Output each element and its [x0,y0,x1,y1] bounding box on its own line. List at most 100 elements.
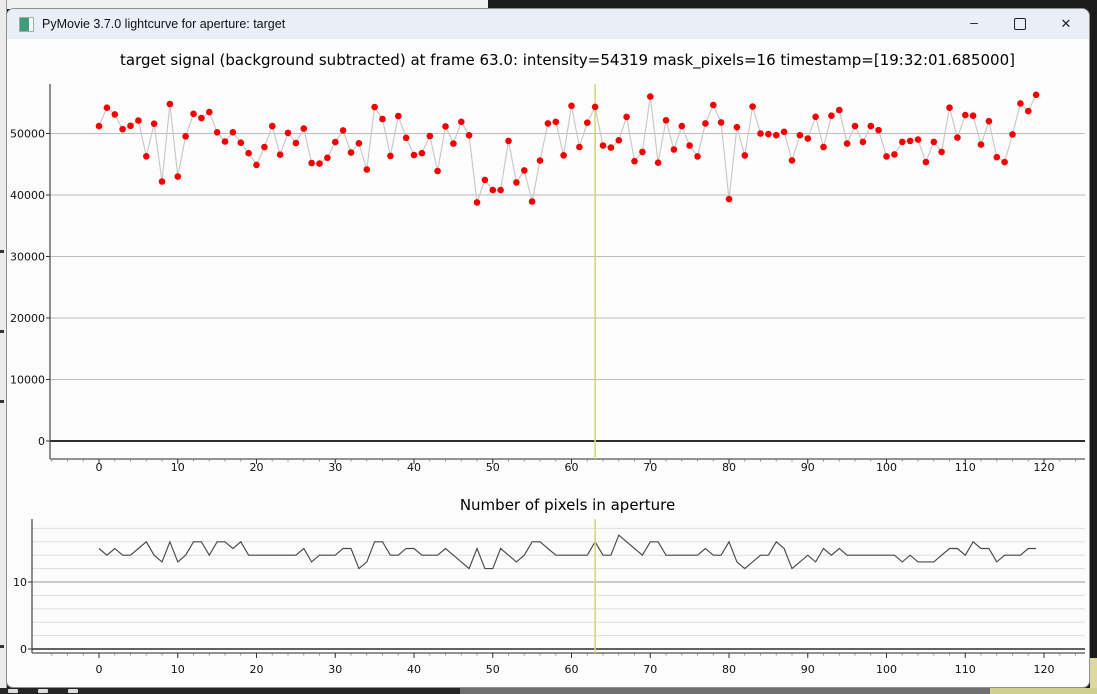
data-point [828,112,835,119]
data-point [348,149,355,156]
data-point [379,116,386,123]
signal-plot-xtick-label: 110 [955,461,976,474]
data-point [206,109,213,116]
pixels-plot-xtick-label: 110 [955,663,976,676]
data-point [182,133,189,140]
data-point [340,127,347,134]
data-point [112,111,119,118]
data-point [1001,159,1008,166]
data-point [466,132,473,139]
data-point [277,151,284,158]
data-point [230,129,237,136]
data-point [104,104,111,111]
data-point [639,149,646,156]
data-point [482,177,489,184]
data-point [411,152,418,159]
data-point [505,138,512,145]
data-point [545,120,552,127]
data-point [308,160,315,167]
data-point [986,118,993,125]
data-point [663,117,670,124]
data-point [293,140,300,147]
data-point [631,158,638,165]
data-point [371,104,378,111]
data-point [245,150,252,157]
data-point [419,150,426,157]
data-point [994,154,1001,161]
signal-plot-xtick-label: 20 [250,461,264,474]
signal-plot-xtick-label: 100 [876,461,897,474]
data-point [962,112,969,119]
data-point [198,115,205,122]
data-point [970,112,977,119]
signal-plot-ytick-label: 0 [38,435,45,448]
data-point [860,139,867,146]
data-point [364,166,371,173]
data-point [781,129,788,136]
signal-plot-ytick-label: 50000 [10,128,45,141]
data-point [1025,108,1032,115]
screen: { "window": { "title": "PyMovie 3.7.0 li… [0,0,1097,694]
data-point [576,144,583,151]
signal-plot-xtick-label: 10 [171,461,185,474]
data-point [773,132,780,139]
data-point [474,199,481,206]
data-point [442,123,449,130]
data-point [702,120,709,127]
data-point [1033,92,1040,99]
data-point [332,139,339,146]
data-point [875,127,882,134]
signal-plot-ytick-label: 20000 [10,312,45,325]
data-point [812,114,819,121]
data-point [222,138,229,145]
data-point [253,162,260,169]
data-point [789,157,796,164]
data-point [324,155,331,162]
pixels-plot-xtick-label: 10 [171,663,185,676]
data-point [135,117,142,124]
data-point [623,114,630,121]
data-point [119,126,126,133]
data-point [175,173,182,180]
data-point [852,123,859,130]
data-point [868,123,875,130]
signal-plot-xtick-label: 120 [1034,461,1055,474]
signal-plot-series-line [99,95,1036,203]
data-point [497,187,504,194]
data-point [710,102,717,109]
data-point [734,124,741,131]
pixels-plot-ytick-label: 10 [13,576,27,589]
pixels-plot-xtick-label: 60 [565,663,579,676]
signal-plot-ytick-label: 10000 [10,374,45,387]
plots-canvas[interactable]: 0100002000030000400005000001020304050607… [0,0,1097,694]
signal-plot-ytick-label: 40000 [10,189,45,202]
data-point [127,123,134,130]
data-point [356,140,363,147]
data-point [537,157,544,164]
data-point [757,130,764,137]
pixels-plot-ytick-label: 0 [20,643,27,656]
data-point [1017,100,1024,107]
data-point [836,107,843,114]
data-point [655,159,662,166]
pixels-plot-series-line [99,535,1036,569]
data-point [450,140,457,147]
pixels-plot-xtick-label: 40 [407,663,421,676]
data-point [261,144,268,151]
signal-plot-xtick-label: 50 [486,461,500,474]
data-point [946,104,953,111]
data-point [1009,131,1016,138]
data-point [899,139,906,146]
data-point [584,119,591,126]
data-point [907,138,914,145]
pixels-plot-xtick-label: 50 [486,663,500,676]
data-point [434,168,441,175]
data-point [96,123,103,130]
data-point [238,139,245,146]
data-point [387,153,394,160]
data-point [883,153,890,160]
pixels-plot-xtick-label: 120 [1034,663,1055,676]
data-point [694,153,701,160]
pixels-plot-xtick-label: 20 [250,663,264,676]
data-point [190,111,197,118]
